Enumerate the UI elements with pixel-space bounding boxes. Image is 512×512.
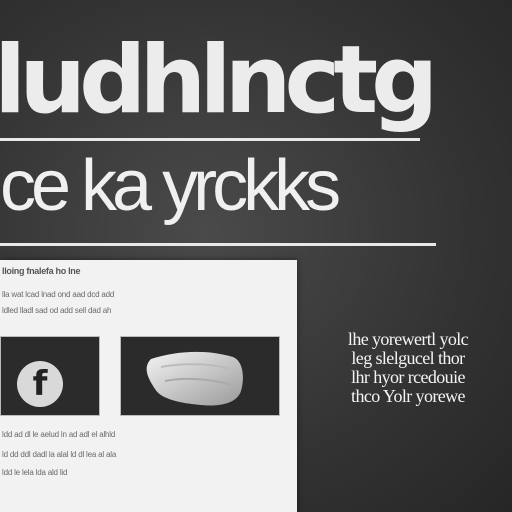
side-caption-line: leg slelgucel thor — [351, 348, 465, 368]
headline: ludhlnctg — [0, 26, 438, 135]
panel-line: ld dd ddl dadl la alal ld dl lea al ala — [2, 450, 117, 459]
subhead-rule — [0, 243, 436, 246]
panel-title: lloing fnalefa ho lne — [2, 266, 81, 276]
pillow-image — [146, 351, 243, 406]
panel-line: ldled lladl sad od add sell dad ah — [2, 306, 112, 315]
pillow-thumbnail[interactable] — [120, 336, 280, 416]
panel-line: ldd le lela lda ald lid — [2, 468, 68, 477]
side-caption-line: thco Yolr yorewe — [351, 386, 465, 406]
side-caption-line: lhe yorewertl yolc — [347, 329, 469, 349]
facebook-thumbnail[interactable]: f — [0, 336, 100, 416]
side-caption: lhe yorewertl yolc leg slelgucel thor lh… — [318, 330, 498, 406]
panel-line: lla wat lcad lnad ond aad dcd add — [2, 290, 115, 299]
facebook-f-icon: f — [17, 361, 63, 407]
headline-rule — [0, 138, 420, 141]
panel-line: ldd ad dl le aelud ln ad adl el alhld — [2, 430, 116, 439]
facebook-f-glyph: f — [32, 364, 48, 404]
subhead: ce ka yrckks — [0, 146, 341, 226]
side-caption-line: lhr hyor rcedouie — [351, 367, 465, 387]
